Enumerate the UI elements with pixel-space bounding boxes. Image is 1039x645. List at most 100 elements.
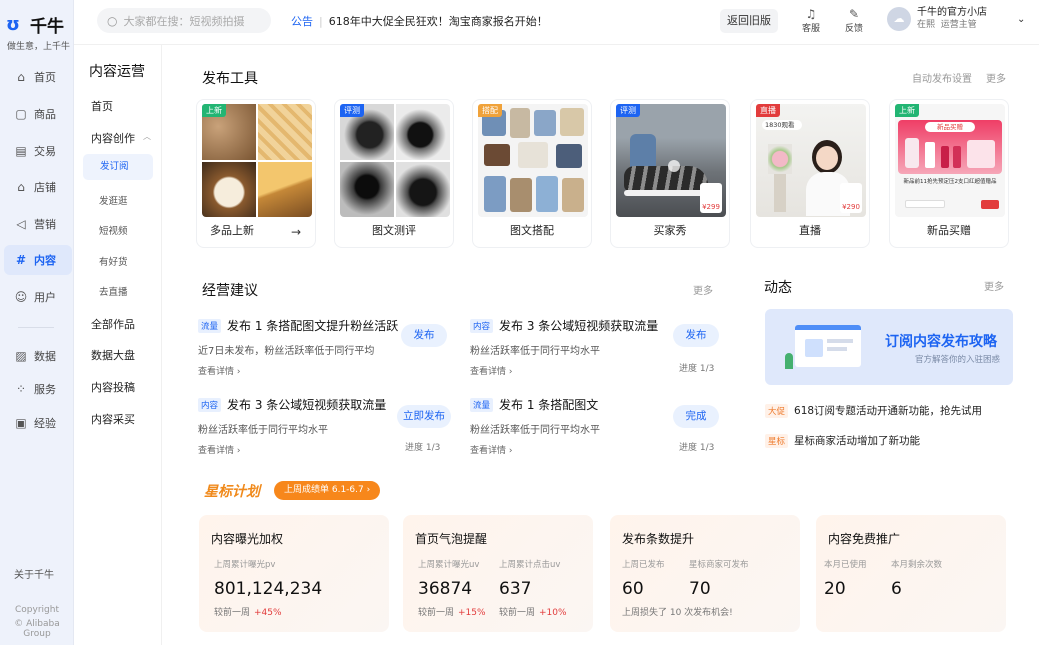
news-title: 动态 [764, 280, 792, 296]
outfit-collage-image [478, 104, 588, 217]
stat-card-exposure[interactable]: 内容曝光加权 上周累计曝光pv 801,124,234 较前一周 +45% [199, 515, 389, 632]
sidebar-item-dashboard[interactable]: 数据大盘 [91, 347, 135, 363]
sidebar-sub-subscribe[interactable]: 发订阅 [83, 154, 153, 180]
rail-item-label: 首页 [34, 71, 56, 84]
news-more-link[interactable]: 更多 [984, 278, 1004, 293]
customer-service-label: 客服 [801, 24, 820, 34]
sidebar-item-submit[interactable]: 内容投稿 [91, 379, 135, 395]
sidebar-item-all-works[interactable]: 全部作品 [91, 316, 135, 332]
back-to-old-version-button[interactable]: 返回旧版 [720, 9, 778, 33]
card-label: 直播 [799, 224, 821, 237]
publish-card-multi-product[interactable]: 上新 多品上新 → [196, 99, 316, 248]
star-plan-logo: 星标计划 [204, 484, 260, 500]
brand-slogan: 做生意，上千牛 [7, 42, 71, 52]
camera-collage-image [340, 104, 450, 217]
rail-item-content[interactable]: # 内容 [4, 245, 72, 275]
promo-text: 新品前11抢先预定压2支口红超值赠品 [903, 179, 997, 185]
stat-card-free-promotion[interactable]: 内容免费推广 本月已使用 20 本月剩余次数 6 [816, 515, 1006, 632]
publish-card-review[interactable]: 评测 图文测评 [334, 99, 454, 248]
rail-item-goods[interactable]: ▢ 商品 [4, 99, 72, 129]
arrow-right-icon: → [290, 225, 301, 239]
rail-item-label: 店铺 [34, 181, 56, 194]
shop-icon: ⌂ [17, 180, 25, 194]
stat-compare: 较前一周 +15% [418, 608, 486, 618]
rail-item-user[interactable]: ☺ 用户 [4, 282, 72, 312]
stat-card-bubble[interactable]: 首页气泡提醒 上周累计曝光uv 36874 较前一周 +15% 上周累计点击uv … [403, 515, 593, 632]
publish-card-live[interactable]: 1830观看 ¥290 直播 直播 [750, 99, 870, 248]
chevron-up-icon[interactable]: ︿ [143, 131, 151, 142]
gift-promo-image: 新品买赠 新品前11抢先预定压2支口红超值赠品 [895, 104, 1005, 217]
customer-service-button[interactable]: ♫ 客服 [796, 7, 826, 34]
content-icon: # [15, 253, 27, 267]
stat-card-publish-count[interactable]: 发布条数提升 上周已发布 60 星标商家可发布 70 上周损失了 10 次发布机… [610, 515, 800, 632]
news-tag: 大促 [765, 403, 789, 418]
done-button[interactable]: 完成 [673, 405, 719, 428]
sidebar-item-create[interactable]: 内容创作 [91, 130, 135, 146]
qianniu-logo[interactable]: ʊ 千牛 [6, 12, 64, 37]
user-menu[interactable]: ☁ 千牛的官方小店 在熙 运营主管 [887, 7, 987, 31]
sidebar-sub-short-video[interactable]: 短视频 [99, 223, 128, 237]
rail-item-label: 商品 [34, 108, 56, 121]
rail-item-home[interactable]: ⌂ 首页 [4, 62, 72, 92]
card-label: 新品买赠 [927, 224, 971, 237]
rail-item-shop[interactable]: ⌂ 店铺 [4, 172, 72, 202]
card-badge: 搭配 [478, 104, 502, 117]
stat-value: 70 [689, 579, 711, 599]
qianniu-logo-icon: ʊ [6, 13, 20, 35]
dashboard-illustration-line [827, 347, 847, 351]
news-item[interactable]: 大促 618订阅专题活动开通新功能，抢先试用 [765, 403, 982, 418]
rail-item-data[interactable]: ▨ 数据 [4, 341, 72, 371]
publish-card-outfit[interactable]: 搭配 图文搭配 [472, 99, 592, 248]
view-details-link[interactable]: 查看详情 › [198, 364, 448, 377]
banner-title: 订阅内容发布攻略 [885, 334, 997, 350]
rail-item-trade[interactable]: ▤ 交易 [4, 136, 72, 166]
news-item[interactable]: 星标 星标商家活动增加了新功能 [765, 433, 920, 448]
advice-more-link[interactable]: 更多 [693, 282, 713, 297]
feedback-label: 反馈 [844, 24, 863, 34]
plant-illustration [785, 353, 793, 369]
main-content: 发布工具 自动发布设置 更多 上新 多品上新 → 评测 图文测评 搭配 图文搭配… [162, 45, 1039, 645]
publish-now-button[interactable]: 立即发布 [397, 405, 451, 428]
auto-publish-settings-link[interactable]: 自动发布设置 [912, 70, 972, 85]
sneaker-image: ¥299 [616, 104, 726, 217]
stat-value: 36874 [418, 579, 473, 599]
sidebar-sub-live[interactable]: 去直播 [99, 284, 128, 298]
publish-button[interactable]: 发布 [673, 324, 719, 347]
announcement-bar[interactable]: 公告 | 618年中大促全民狂欢！淘宝商家报名开始！ [291, 13, 548, 29]
user-role: 运营主管 [940, 20, 977, 30]
banner-subtitle: 官方解答你的入驻困惑 [915, 355, 1001, 365]
publish-card-new-gift[interactable]: 新品买赠 新品前11抢先预定压2支口红超值赠品 上新 新品买赠 [889, 99, 1009, 248]
advice-progress: 进度 1/3 [679, 443, 715, 453]
announcement-text: 618年中大促全民狂欢！淘宝商家报名开始！ [328, 15, 548, 28]
top-bar: ○ 大家都在搜：短视频拍摄 公告 | 618年中大促全民狂欢！淘宝商家报名开始！… [74, 0, 1039, 45]
about-qianniu-link[interactable]: 关于千牛 [14, 566, 54, 581]
user-icon: ☺ [14, 290, 28, 304]
trade-icon: ▤ [15, 144, 27, 158]
feedback-button[interactable]: ✎ 反馈 [839, 7, 869, 34]
card-label: 图文搭配 [510, 224, 554, 237]
rail-item-experience[interactable]: ▣ 经验 [4, 408, 72, 438]
subscribe-guide-banner[interactable]: 订阅内容发布攻略 官方解答你的入驻困惑 [765, 309, 1013, 385]
stat-title: 内容曝光加权 [211, 532, 284, 546]
chevron-down-icon[interactable]: ⌄ [1017, 14, 1025, 25]
card-badge: 评测 [340, 104, 364, 117]
publish-more-link[interactable]: 更多 [986, 70, 1006, 85]
publish-card-buyer-show[interactable]: ¥299 评测 买家秀 [610, 99, 730, 248]
promo-title: 新品买赠 [925, 122, 975, 132]
publish-button[interactable]: 发布 [401, 324, 447, 347]
weekly-report-button[interactable]: 上周成绩单 6.1-6.7 › [274, 481, 381, 500]
stat-label: 本月剩余次数 [891, 560, 943, 570]
news-text: 星标商家活动增加了新功能 [794, 435, 921, 447]
sidebar-item-collect[interactable]: 内容采买 [91, 411, 135, 427]
rail-item-label: 数据 [34, 350, 56, 363]
search-input[interactable]: ○ 大家都在搜：短视频拍摄 [97, 8, 271, 33]
advice-title: 发布 3 条公域短视频获取流量 [499, 319, 659, 333]
advice-title: 发布 1 条搭配图文 [499, 398, 599, 412]
rail-divider [18, 327, 54, 328]
advice-tag: 流量 [198, 318, 222, 333]
sidebar-item-home[interactable]: 首页 [91, 98, 113, 114]
rail-item-service[interactable]: ⁘ 服务 [4, 374, 72, 404]
sidebar-sub-guangguang[interactable]: 发逛逛 [99, 193, 128, 207]
rail-item-marketing[interactable]: ◁ 营销 [4, 209, 72, 239]
sidebar-sub-good-goods[interactable]: 有好货 [99, 254, 128, 268]
